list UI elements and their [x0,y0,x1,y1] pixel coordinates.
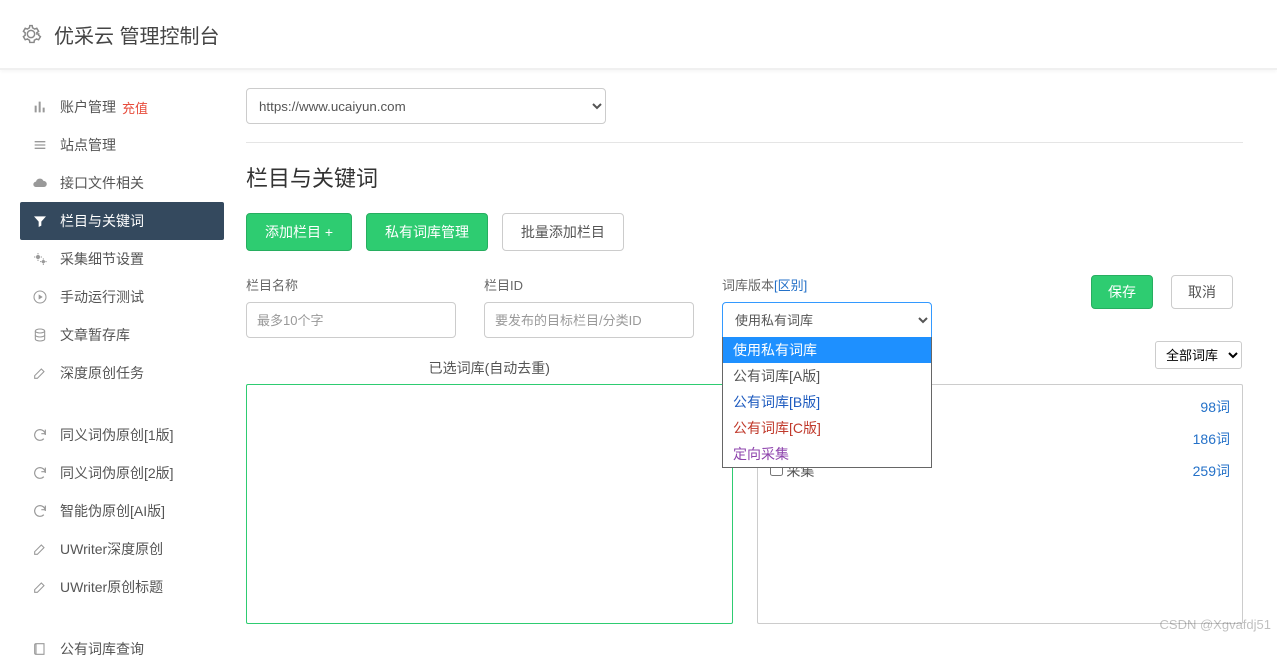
version-option[interactable]: 公有词库[A版] [723,363,931,389]
add-column-button[interactable]: 添加栏目 + [246,213,352,251]
sidebar-item-label: 同义词伪原创[2版] [60,463,174,483]
library-filter-select[interactable]: 全部词库 [1155,341,1242,369]
site-select[interactable]: https://www.ucaiyun.com [246,88,606,124]
edit-icon [32,541,48,557]
section-title: 栏目与关键词 [246,161,1243,193]
sidebar-item[interactable]: 栏目与关键词 [20,202,224,240]
cogs-icon [32,251,48,267]
sidebar-item-label: 栏目与关键词 [60,211,144,231]
version-dropdown: 使用私有词库公有词库[A版]公有词库[B版]公有词库[C版]定向采集 [722,337,932,468]
panel-selected-box[interactable] [246,384,733,624]
label-column-name: 栏目名称 [246,275,456,294]
divider [246,142,1243,143]
column-name-input[interactable] [246,302,456,338]
field-version: 词库版本[区别] 使用私有词库 使用私有词库公有词库[A版]公有词库[B版]公有… [722,275,932,338]
version-diff-link[interactable]: [区别] [774,278,807,293]
chart-bar-icon [32,99,48,115]
label-version: 词库版本[区别] [722,275,932,294]
sidebar-item-label: 采集细节设置 [60,249,144,269]
sidebar-item[interactable]: 智能伪原创[AI版] [20,492,224,530]
database-icon [32,327,48,343]
main: https://www.ucaiyun.com 栏目与关键词 添加栏目 + 私有… [234,88,1277,668]
cancel-button[interactable]: 取消 [1171,275,1233,309]
field-column-id: 栏目ID [484,275,694,338]
sidebar-item-label: 智能伪原创[AI版] [60,501,165,521]
sidebar-item-label: 文章暂存库 [60,325,130,345]
sidebar-item[interactable]: 深度原创任务 [20,354,224,392]
bulk-add-button[interactable]: 批量添加栏目 [502,213,624,251]
library-row-count: 259词 [1193,461,1230,481]
refresh-icon [32,427,48,443]
sidebar-item-label: 接口文件相关 [60,173,144,193]
filter-icon [32,213,48,229]
sidebar-item[interactable]: 同义词伪原创[1版] [20,416,224,454]
list-icon [32,137,48,153]
field-column-name: 栏目名称 [246,275,456,338]
library-row-count: 98词 [1200,397,1230,417]
topbar: 优采云 管理控制台 [0,0,1277,70]
version-option[interactable]: 公有词库[B版] [723,389,931,415]
sidebar: 账户管理充值站点管理接口文件相关栏目与关键词采集细节设置手动运行测试文章暂存库深… [0,88,234,668]
library-row-count: 186词 [1193,429,1230,449]
sidebar-item-label: 公有词库查询 [60,639,144,659]
version-option[interactable]: 定向采集 [723,441,931,467]
sidebar-item-label: 同义词伪原创[1版] [60,425,174,445]
app-title: 优采云 管理控制台 [54,20,220,49]
sidebar-item[interactable]: 同义词伪原创[2版] [20,454,224,492]
column-id-input[interactable] [484,302,694,338]
sidebar-item[interactable]: 文章暂存库 [20,316,224,354]
sidebar-item-label: 账户管理 [60,97,116,117]
book-icon [32,641,48,657]
gear-icon [20,23,42,45]
sidebar-item[interactable]: 手动运行测试 [20,278,224,316]
version-option[interactable]: 使用私有词库 [723,337,931,363]
recharge-badge[interactable]: 充值 [122,98,148,117]
sidebar-item-label: UWriter深度原创 [60,539,163,559]
edit-icon [32,579,48,595]
sidebar-item[interactable]: UWriter原创标题 [20,568,224,606]
version-select[interactable]: 使用私有词库 [722,302,932,338]
private-lexicon-button[interactable]: 私有词库管理 [366,213,488,251]
play-icon [32,289,48,305]
sidebar-item-label: 站点管理 [60,135,116,155]
refresh-icon [32,465,48,481]
edit-icon [32,365,48,381]
refresh-icon [32,503,48,519]
sidebar-item-label: 深度原创任务 [60,363,144,383]
cloud-icon [32,175,48,191]
panel-selected: 已选词库(自动去重) [246,358,733,624]
sidebar-item-label: UWriter原创标题 [60,577,163,597]
sidebar-item[interactable]: 站点管理 [20,126,224,164]
sidebar-item-label: 手动运行测试 [60,287,144,307]
label-column-id: 栏目ID [484,275,694,294]
save-button[interactable]: 保存 [1091,275,1153,309]
version-option[interactable]: 公有词库[C版] [723,415,931,441]
watermark: CSDN @Xgvafdj51 [1160,617,1271,632]
sidebar-item[interactable]: 接口文件相关 [20,164,224,202]
panel-selected-title: 已选词库(自动去重) [246,358,733,376]
sidebar-item[interactable]: 账户管理充值 [20,88,224,126]
sidebar-item[interactable]: UWriter深度原创 [20,530,224,568]
sidebar-item[interactable]: 采集细节设置 [20,240,224,278]
